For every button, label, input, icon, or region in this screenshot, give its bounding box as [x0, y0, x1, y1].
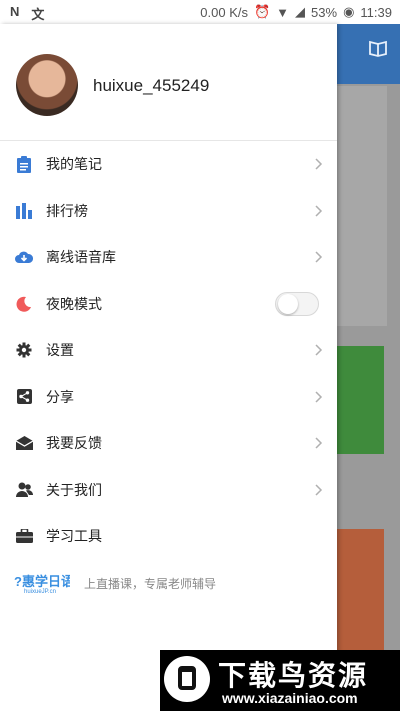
huixue-logo: ?惠学日语 huixueJP.cn [14, 574, 70, 594]
menu-item-ranking[interactable]: 排行榜 [0, 188, 337, 235]
signal-icon: ◢ [295, 4, 306, 19]
menu-item-about[interactable]: 关于我们 [0, 467, 337, 514]
moon-icon [15, 295, 33, 313]
watermark-logo-icon [164, 656, 210, 702]
net-speed: 0.00 K/s [200, 4, 248, 20]
menu-label: 关于我们 [46, 481, 102, 498]
note-icon [15, 155, 33, 173]
chevron-right-icon [315, 205, 323, 217]
drawer-menu: 我的笔记 排行榜 离线语音库 夜晚模式 设置 分享 我要反馈 关于我们 学习工具 [0, 141, 337, 560]
username: huixue_455249 [93, 76, 210, 95]
wifi-icon: ▼ [276, 4, 290, 20]
menu-label: 分享 [46, 388, 74, 405]
menu-item-offline-voice[interactable]: 离线语音库 [0, 234, 337, 281]
background-card-orange [337, 529, 384, 659]
menu-item-feedback[interactable]: 我要反馈 [0, 420, 337, 467]
menu-item-settings[interactable]: 设置 [0, 327, 337, 374]
background-card-green [337, 346, 384, 454]
toggle-knob [278, 293, 298, 314]
alarm-icon: ⏰ [253, 4, 271, 19]
notification-text-icon: 文 [31, 7, 45, 22]
gear-icon [15, 341, 33, 359]
svg-text:?惠学日语: ?惠学日语 [14, 574, 70, 589]
menu-label: 夜晚模式 [46, 295, 102, 312]
status-bar: N 文 0.00 K/s ⏰ ▼ ◢ 53% ◉ 11:39 [0, 0, 400, 24]
menu-item-share[interactable]: 分享 [0, 374, 337, 421]
promo-footer[interactable]: ?惠学日语 huixueJP.cn 上直播课，专属老师辅导 [14, 572, 216, 594]
briefcase-icon [15, 527, 33, 545]
chevron-right-icon [315, 484, 323, 496]
menu-label: 离线语音库 [46, 249, 116, 266]
watermark-title: 下载鸟资源 [218, 660, 369, 691]
bar-chart-icon [15, 202, 33, 220]
watermark-banner: 下载鸟资源 www.xiazainiao.com [160, 650, 400, 711]
clock: 11:39 [360, 4, 392, 20]
chevron-right-icon [315, 391, 323, 403]
navigation-drawer: huixue_455249 我的笔记 排行榜 离线语音库 夜晚模式 设置 分享 … [0, 24, 337, 711]
menu-label: 排行榜 [46, 202, 88, 219]
profile-header[interactable]: huixue_455249 [0, 24, 337, 141]
chevron-right-icon [315, 344, 323, 356]
status-right: 0.00 K/s ⏰ ▼ ◢ 53% ◉ 11:39 [200, 4, 392, 20]
menu-label: 学习工具 [46, 528, 102, 545]
menu-label: 我要反馈 [46, 435, 102, 452]
background-app [337, 24, 400, 711]
chevron-right-icon [315, 251, 323, 263]
background-header [337, 24, 400, 84]
svg-text:huixueJP.cn: huixueJP.cn [24, 589, 56, 594]
cloud-download-icon [15, 248, 33, 266]
night-mode-toggle[interactable] [275, 291, 319, 316]
background-card [337, 86, 387, 326]
battery-icon: ◉ [343, 4, 355, 19]
avatar[interactable] [16, 54, 78, 116]
watermark-url: www.xiazainiao.com [222, 690, 358, 706]
mail-icon [15, 434, 33, 452]
menu-item-night-mode[interactable]: 夜晚模式 [0, 281, 337, 328]
promo-slogan: 上直播课，专属老师辅导 [84, 576, 217, 591]
notification-n-icon: N [10, 4, 20, 19]
chevron-right-icon [315, 437, 323, 449]
share-icon [15, 388, 33, 406]
chevron-right-icon [315, 158, 323, 170]
battery-level: 53% [311, 4, 338, 20]
menu-item-notes[interactable]: 我的笔记 [0, 141, 337, 188]
book-icon[interactable] [368, 38, 388, 58]
menu-label: 我的笔记 [46, 156, 102, 173]
users-icon [15, 481, 33, 499]
menu-label: 设置 [46, 342, 74, 359]
status-left: N 文 [10, 4, 44, 23]
menu-item-study-tools[interactable]: 学习工具 [0, 513, 337, 560]
